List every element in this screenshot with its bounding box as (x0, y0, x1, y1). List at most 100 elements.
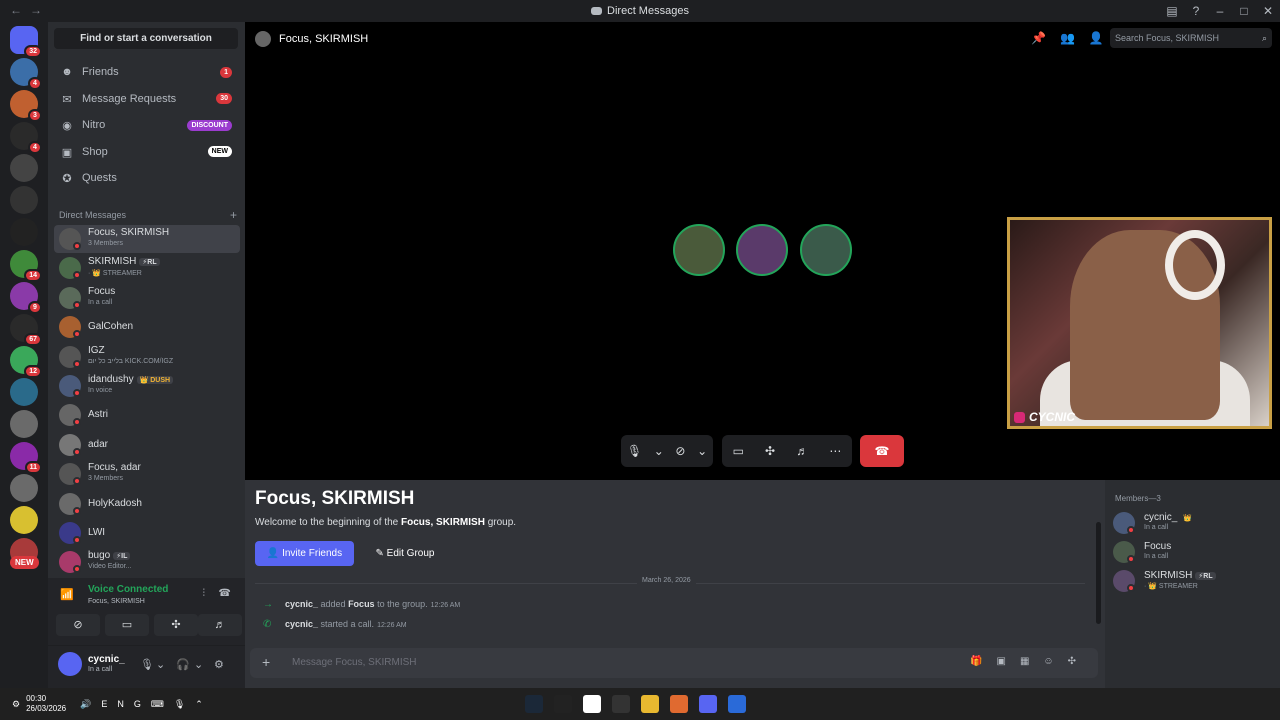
participant-avatar[interactable] (673, 224, 725, 276)
server-icon[interactable]: 4 (10, 122, 42, 154)
invite-friends-button[interactable]: 👤 Invite Friends (255, 541, 354, 566)
chevron-down-icon[interactable]: ⌄ (654, 444, 664, 458)
username[interactable]: cycnic_ (88, 654, 125, 665)
voice-status[interactable]: Voice Connected (88, 584, 168, 595)
server-icon[interactable]: 32 (10, 26, 42, 58)
minimize-button[interactable]: – (1208, 0, 1232, 22)
message-user[interactable]: cycnic_ (285, 599, 318, 609)
dm-item[interactable]: SKIRMISH ⚡RL · 👑 STREAMER (54, 254, 240, 282)
server-icon[interactable]: 67 (10, 314, 42, 346)
sidebar-item-quests[interactable]: ✪ Quests (54, 166, 240, 190)
dm-item[interactable]: idandushy 👑 DUSH In voice (54, 372, 240, 400)
find-conversation-button[interactable]: Find or start a conversation (54, 28, 238, 49)
scrollbar[interactable] (1096, 522, 1101, 624)
taskbar-app-icon[interactable] (525, 695, 543, 713)
sidebar-item-shop[interactable]: ▣ Shop NEW (54, 140, 240, 164)
search-input[interactable]: Search Focus, SKIRMISH ⌕ (1110, 28, 1272, 48)
dm-item[interactable]: bugo ⚡IL Video Editor... (54, 548, 240, 576)
edit-group-button[interactable]: ✎ Edit Group (361, 541, 449, 566)
member-item[interactable]: SKIRMISH ⚡RL · 👑 STREAMER (1113, 568, 1273, 594)
dm-item[interactable]: Focus, SKIRMISH 3 Members (54, 225, 240, 253)
server-icon[interactable] (10, 378, 38, 406)
mic-tray-icon[interactable]: 🎙 (174, 699, 195, 709)
headphones-icon[interactable]: 🎧 (176, 658, 190, 671)
pin-icon[interactable]: 📌 (1031, 31, 1060, 45)
dm-item[interactable]: Focus, adar 3 Members (54, 460, 240, 488)
avatar[interactable] (58, 652, 82, 676)
gift-icon[interactable]: 🎁 (970, 656, 996, 667)
server-icon[interactable]: 9 (10, 282, 42, 314)
chevron-down-icon[interactable]: ⌄ (194, 658, 203, 671)
gif-icon[interactable]: ▣ (996, 656, 1019, 667)
server-icon[interactable] (10, 154, 38, 182)
dm-item[interactable]: HolyKadosh (54, 490, 240, 518)
lang-indicator[interactable]: ENG (101, 699, 151, 709)
dm-item[interactable]: Focus In a call (54, 284, 240, 312)
server-icon[interactable] (10, 474, 38, 502)
message-target[interactable]: Focus (348, 599, 375, 609)
server-icon[interactable]: 4 (10, 58, 42, 90)
member-item[interactable]: Focus In a call (1113, 539, 1273, 565)
inbox-icon[interactable]: ▤ (1160, 0, 1184, 22)
close-button[interactable]: ✕ (1256, 0, 1280, 22)
settings-icon[interactable]: ⚙ (214, 658, 224, 671)
keyboard-icon[interactable]: ⌨ (151, 699, 174, 709)
server-icon[interactable]: 12 (10, 346, 42, 378)
server-icon[interactable] (10, 218, 38, 246)
help-icon[interactable]: ? (1184, 0, 1208, 22)
server-icon[interactable] (10, 506, 38, 534)
dm-item[interactable]: LWI (54, 519, 240, 547)
chevron-up-icon[interactable]: ⌃ (195, 699, 213, 709)
signal-icon[interactable]: 📶 (60, 588, 74, 601)
dm-item[interactable]: IGZ בלייב כל יום KICK.COM/IGZ (54, 343, 240, 371)
activities-icon[interactable]: ✣ (154, 614, 198, 636)
activities-icon[interactable]: ✣ (765, 444, 775, 458)
taskbar-app-icon[interactable] (728, 695, 746, 713)
mic-icon[interactable]: 🎙 (627, 444, 642, 458)
taskbar-app-icon[interactable] (699, 695, 717, 713)
taskbar-app-icon[interactable] (554, 695, 572, 713)
mic-icon[interactable]: 🎙 (140, 658, 154, 671)
dm-item[interactable]: GalCohen (54, 313, 240, 341)
screenshare-icon[interactable]: ▭ (105, 614, 149, 636)
camera-off-icon[interactable]: ⊘ (675, 444, 685, 458)
participant-avatar[interactable] (736, 224, 788, 276)
add-friends-icon[interactable]: 👥 (1060, 31, 1089, 45)
noise-suppression-icon[interactable]: ⫶ (203, 588, 206, 599)
server-icon[interactable]: 3 (10, 90, 42, 122)
voice-channel[interactable]: Focus, SKIRMISH (88, 598, 145, 605)
chevron-down-icon[interactable]: ⌄ (156, 658, 165, 671)
soundboard-icon[interactable]: ♬ (796, 444, 808, 458)
participant-avatar[interactable] (800, 224, 852, 276)
sidebar-item-nitro[interactable]: ◉ Nitro DISCOUNT (54, 113, 240, 137)
server-icon[interactable]: 11 (10, 442, 42, 474)
more-icon[interactable]: ⋯ (829, 444, 841, 458)
taskbar-app-icon[interactable] (583, 695, 601, 713)
apps-icon[interactable]: ✣ (1068, 656, 1090, 667)
sticker-icon[interactable]: ▦ (1020, 656, 1043, 667)
message-user[interactable]: cycnic_ (285, 619, 318, 629)
chevron-down-icon[interactable]: ⌄ (697, 444, 707, 458)
server-icon[interactable]: 14 (10, 250, 42, 282)
emoji-icon[interactable]: ☺ (1043, 656, 1067, 667)
taskbar-app-icon[interactable] (612, 695, 630, 713)
server-icon[interactable] (10, 186, 38, 214)
server-icon[interactable] (10, 410, 38, 438)
attach-icon[interactable]: + (262, 654, 270, 670)
soundboard-icon[interactable]: ♬ (198, 614, 242, 636)
taskbar-app-icon[interactable] (670, 695, 688, 713)
volume-icon[interactable]: 🔊 (80, 699, 101, 709)
clock[interactable]: 00:30 26/03/2026 (26, 694, 66, 714)
camera-off-icon[interactable]: ⊘ (56, 614, 100, 636)
sidebar-item-friends[interactable]: ☻ Friends 1 (54, 60, 240, 84)
member-item[interactable]: cycnic_ 👑 In a call (1113, 510, 1273, 536)
disconnect-icon[interactable]: ☎ (219, 588, 231, 599)
stream-tile[interactable]: CYCNIC (1007, 217, 1272, 429)
dm-item[interactable]: Astri (54, 401, 240, 429)
taskbar-app-icon[interactable] (641, 695, 659, 713)
maximize-button[interactable]: □ (1232, 0, 1256, 22)
dm-item[interactable]: adar (54, 431, 240, 459)
message-input[interactable]: + Message Focus, SKIRMISH 🎁▣▦☺✣ (250, 648, 1098, 678)
sidebar-item-message-requests[interactable]: ✉ Message Requests 30 (54, 87, 240, 111)
screenshare-icon[interactable]: ▭ (733, 444, 744, 458)
